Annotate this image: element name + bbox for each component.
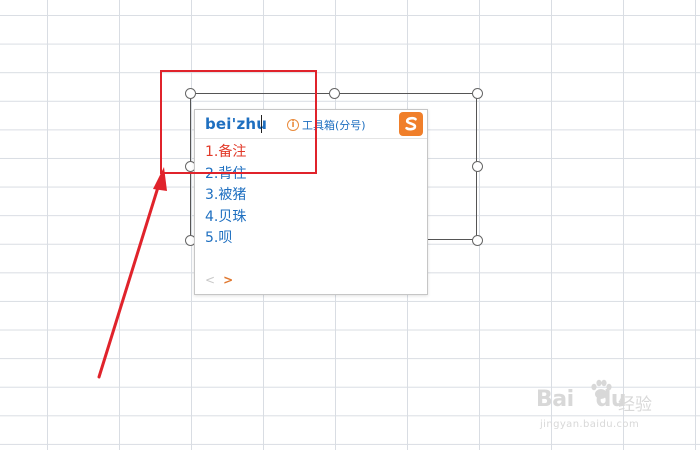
highlight-annotation-box bbox=[160, 70, 317, 174]
prev-page-button[interactable]: < bbox=[205, 273, 215, 287]
next-page-button[interactable]: > bbox=[223, 273, 233, 287]
candidate-3[interactable]: 3.被猪 bbox=[205, 185, 246, 207]
sogou-logo-icon[interactable] bbox=[399, 112, 423, 136]
resize-handle-top-middle[interactable] bbox=[329, 88, 340, 99]
candidate-pager: < > bbox=[205, 273, 233, 287]
resize-handle-top-right[interactable] bbox=[472, 88, 483, 99]
candidate-5[interactable]: 5.呗 bbox=[205, 228, 246, 250]
resize-handle-bottom-right[interactable] bbox=[472, 235, 483, 246]
candidate-4[interactable]: 4.贝珠 bbox=[205, 207, 246, 229]
resize-handle-middle-right[interactable] bbox=[472, 161, 483, 172]
